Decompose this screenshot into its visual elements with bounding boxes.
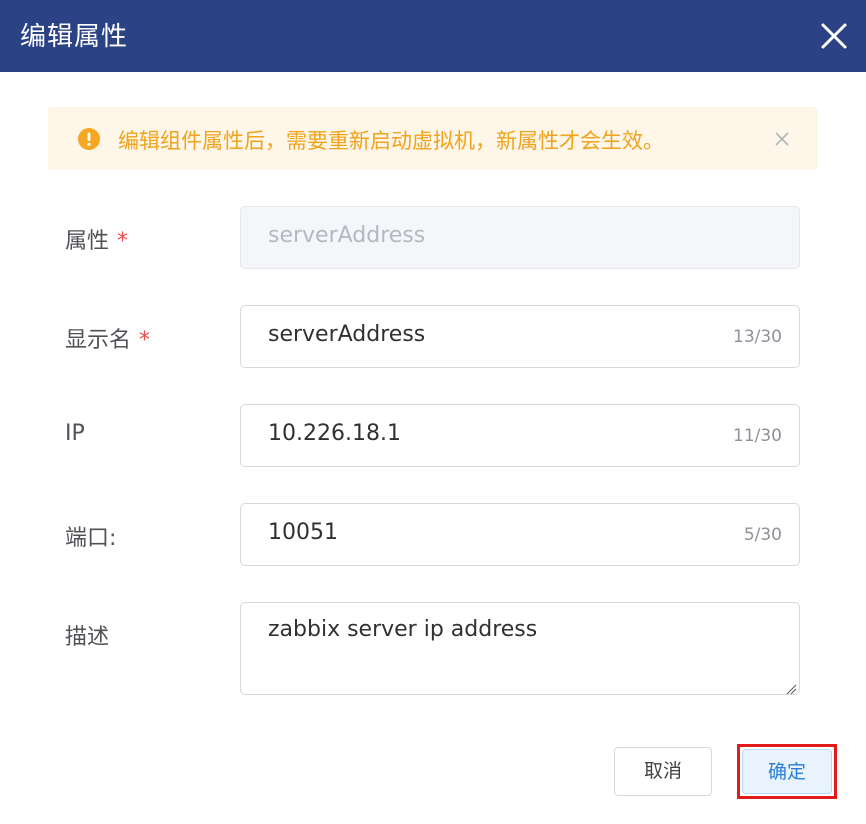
- ip-input[interactable]: 10.226.18.1 11/30: [240, 404, 800, 467]
- alert-message: 编辑组件属性后，需要重新启动虚拟机，新属性才会生效。: [118, 129, 664, 153]
- required-mark: *: [117, 229, 129, 254]
- port-label: 端口:: [65, 520, 116, 552]
- close-icon[interactable]: [816, 18, 852, 54]
- description-label-text: 描述: [65, 625, 110, 650]
- ok-button[interactable]: 确定: [742, 749, 832, 794]
- cancel-button[interactable]: 取消: [614, 747, 712, 796]
- port-input[interactable]: 10051 5/30: [240, 503, 800, 566]
- display-name-label: 显示名 *: [65, 322, 150, 354]
- ip-value: 10.226.18.1: [268, 421, 401, 446]
- display-name-value: serverAddress: [268, 322, 426, 347]
- property-input[interactable]: serverAddress: [240, 206, 800, 269]
- property-value: serverAddress: [268, 223, 426, 248]
- ip-label-text: IP: [65, 421, 85, 446]
- port-char-count: 5/30: [743, 525, 782, 545]
- resize-handle-icon[interactable]: [785, 680, 797, 695]
- property-label: 属性 *: [65, 223, 128, 255]
- dialog-title: 编辑属性: [20, 22, 129, 52]
- description-value: zabbix server ip address: [268, 617, 538, 642]
- description-textarea[interactable]: zabbix server ip address: [240, 602, 800, 695]
- warning-icon: [78, 128, 100, 150]
- warning-alert: 编辑组件属性后，需要重新启动虚拟机，新属性才会生效。: [48, 107, 818, 170]
- port-label-text: 端口:: [65, 526, 117, 551]
- ip-label: IP: [65, 421, 85, 446]
- display-name-char-count: 13/30: [733, 327, 782, 347]
- property-label-text: 属性: [65, 229, 110, 254]
- display-name-label-text: 显示名: [65, 328, 132, 353]
- display-name-input[interactable]: serverAddress 13/30: [240, 305, 800, 368]
- dialog-header: 编辑属性: [0, 0, 866, 72]
- alert-close-icon[interactable]: [774, 131, 790, 147]
- port-value: 10051: [268, 520, 338, 545]
- description-label: 描述: [65, 619, 109, 651]
- ip-char-count: 11/30: [733, 426, 782, 446]
- required-mark: *: [139, 328, 151, 353]
